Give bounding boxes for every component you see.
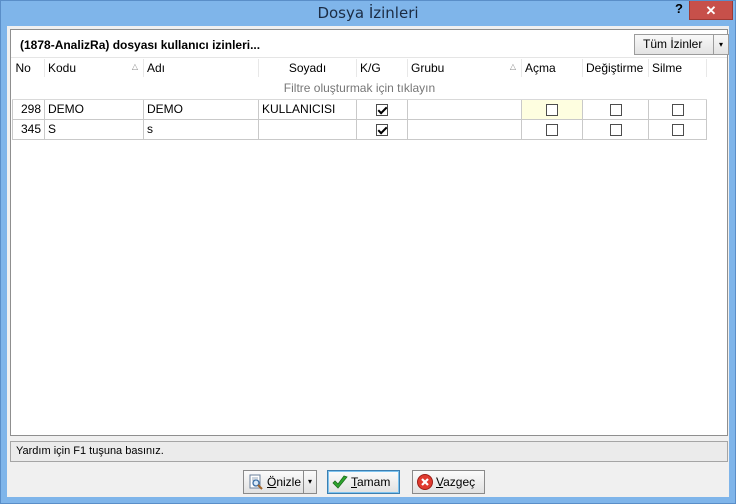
permissions-panel: (1878-AnalizRa) dosyası kullanıcı izinle…: [10, 29, 729, 436]
silme-checkbox[interactable]: [671, 123, 684, 136]
red-x-icon: [417, 474, 433, 490]
column-header-grubu[interactable]: Grubu △: [407, 59, 522, 77]
acma-checkbox[interactable]: [546, 103, 558, 116]
cell-grubu[interactable]: [407, 98, 522, 120]
cell-adi[interactable]: s: [143, 119, 259, 140]
cell-soyadi[interactable]: [258, 119, 357, 140]
preview-mnemonic: Ö: [267, 475, 277, 489]
column-label: Kodu: [48, 61, 77, 75]
cell-kodu[interactable]: S: [44, 119, 144, 140]
cell-silme: [648, 119, 707, 140]
acma-checkbox[interactable]: [546, 123, 558, 136]
green-check-icon: [332, 474, 348, 490]
column-label: Açma: [525, 61, 556, 75]
users-grid: No Kodu △ Adı Soyadı K/G Grubu △ Açma Deği…: [12, 59, 707, 140]
cell-degistirme: [582, 119, 649, 140]
preview-button[interactable]: Önizle: [243, 470, 304, 494]
cell-silme: [648, 98, 707, 120]
column-label: K/G: [360, 61, 381, 75]
column-header-soyadi[interactable]: Soyadı: [258, 59, 357, 77]
cell-acma: [521, 98, 583, 120]
all-permissions-dropdown[interactable]: ▾: [713, 34, 729, 55]
sort-ascending-icon: △: [131, 62, 138, 71]
filter-row[interactable]: Filtre oluşturmak için tıklayın: [12, 77, 707, 100]
cell-acma: [521, 119, 583, 140]
column-header-adi[interactable]: Adı: [143, 59, 259, 77]
preview-label: nizle: [276, 475, 302, 489]
column-header-degistirme[interactable]: Değiştirme: [582, 59, 649, 77]
degistirme-checkbox[interactable]: [609, 123, 622, 136]
column-label: No: [15, 61, 31, 75]
cell-no[interactable]: 298: [12, 98, 45, 120]
column-label: Soyadı: [288, 61, 327, 75]
ok-button[interactable]: Tamam: [327, 470, 400, 494]
cell-no[interactable]: 345: [12, 119, 45, 140]
panel-header: (1878-AnalizRa) dosyası kullanıcı izinle…: [11, 30, 729, 58]
dialog-window: Dosya İzinleri ? ✕ (1878-AnalizRa) dosya…: [0, 0, 736, 504]
table-row[interactable]: 345 Ss: [12, 119, 707, 140]
column-label: Grubu: [411, 61, 445, 75]
cell-kg: [356, 119, 408, 140]
table-row[interactable]: 298 DEMO DEMO KULLANICISI: [12, 98, 707, 120]
column-header-kg[interactable]: K/G: [356, 59, 408, 77]
column-label: Değiştirme: [586, 61, 644, 75]
ok-label: amam: [357, 475, 391, 489]
chevron-down-icon: ▾: [307, 477, 312, 486]
sort-ascending-icon: △: [509, 62, 516, 71]
preview-dropdown[interactable]: ▾: [303, 470, 317, 494]
close-button[interactable]: ✕: [689, 1, 733, 20]
column-header-kodu[interactable]: Kodu △: [44, 59, 144, 77]
silme-checkbox[interactable]: [671, 103, 684, 116]
cell-kodu[interactable]: DEMO: [44, 98, 144, 120]
dialog-body: (1878-AnalizRa) dosyası kullanıcı izinle…: [7, 26, 729, 497]
cell-adi[interactable]: DEMO: [143, 98, 259, 120]
cancel-button[interactable]: Vazgeç: [412, 470, 485, 494]
column-header-acma[interactable]: Açma: [521, 59, 583, 77]
window-title: Dosya İzinleri: [317, 4, 419, 22]
status-bar: Yardım için F1 tuşuna basınız.: [10, 441, 728, 462]
chevron-down-icon: ▾: [718, 40, 723, 49]
panel-title: (1878-AnalizRa) dosyası kullanıcı izinle…: [20, 38, 261, 52]
cancel-label: azgeç: [443, 475, 476, 489]
kg-checkbox[interactable]: [376, 103, 388, 116]
magnifier-document-icon: [248, 474, 264, 490]
column-label: Silme: [652, 61, 683, 75]
degistirme-checkbox[interactable]: [609, 103, 622, 116]
cell-grubu[interactable]: [407, 119, 522, 140]
cell-kg: [356, 98, 408, 120]
cell-degistirme: [582, 98, 649, 120]
column-header-no[interactable]: No: [12, 59, 45, 77]
kg-checkbox[interactable]: [376, 123, 388, 136]
title-bar[interactable]: Dosya İzinleri ? ✕: [1, 1, 735, 25]
cell-soyadi[interactable]: KULLANICISI: [258, 98, 357, 120]
column-header-silme[interactable]: Silme: [648, 59, 707, 77]
all-permissions-button[interactable]: Tüm İzinler: [634, 34, 714, 55]
column-label: Adı: [147, 61, 166, 75]
help-button[interactable]: ?: [669, 1, 689, 19]
